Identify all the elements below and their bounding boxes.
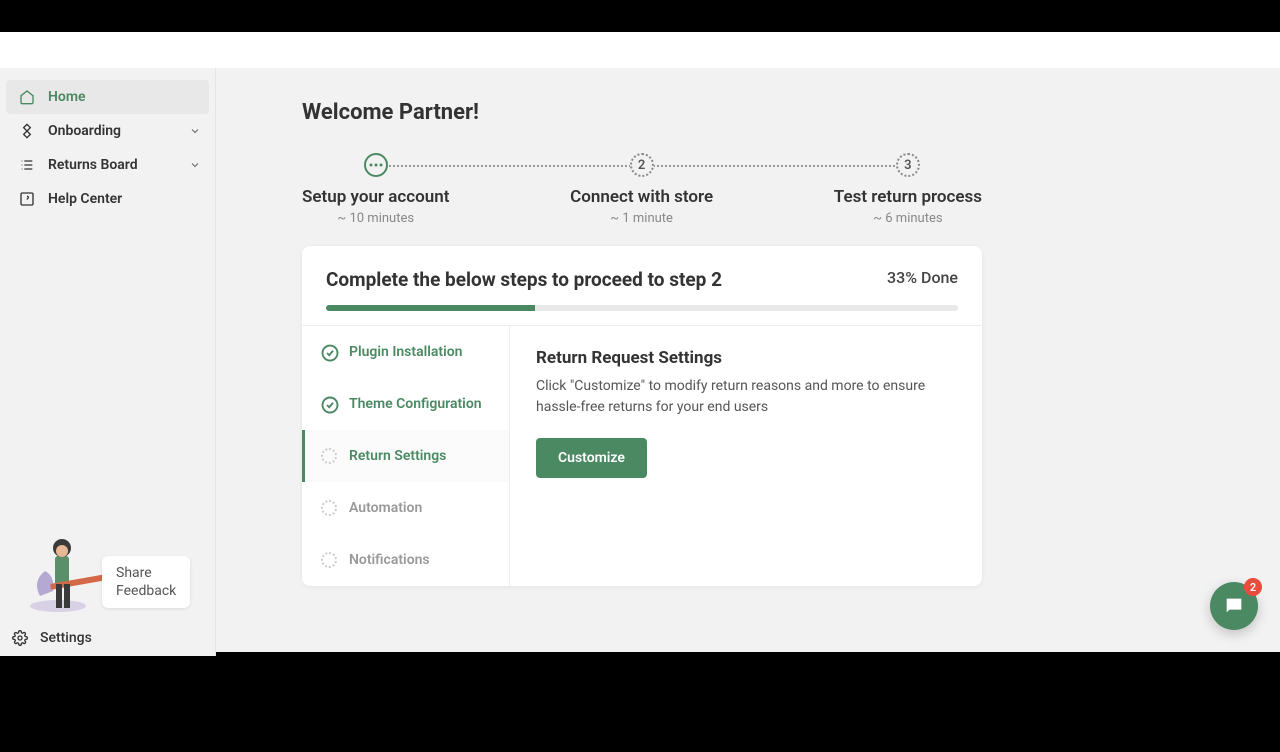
checklist-label: Plugin Installation (349, 344, 462, 360)
chat-badge: 2 (1244, 578, 1262, 596)
feedback-line2: Feedback (116, 582, 176, 600)
main-content: Welcome Partner! Setup your account ~ 10… (216, 68, 1280, 652)
step-label: Test return process (834, 187, 982, 207)
diamond-icon (18, 122, 36, 140)
todo-icon (321, 500, 337, 516)
chat-widget[interactable]: 2 (1210, 582, 1258, 630)
check-icon (321, 344, 337, 360)
step-label: Connect with store (570, 187, 713, 207)
sidebar-item-label: Onboarding (48, 123, 121, 139)
step-circle-1 (364, 153, 388, 177)
stepper-step-2: 2 Connect with store ~ 1 minute (570, 153, 713, 226)
sidebar-item-label: Returns Board (48, 157, 138, 173)
progress-label: 33% Done (887, 268, 958, 287)
checklist-item-theme-configuration[interactable]: Theme Configuration (302, 378, 509, 430)
detail-title: Return Request Settings (536, 348, 956, 368)
todo-icon (321, 448, 337, 464)
sidebar: Home Onboarding Returns Board (0, 68, 216, 656)
check-icon (321, 396, 337, 412)
feedback-illustration (20, 526, 110, 616)
sidebar-item-label: Help Center (48, 191, 122, 207)
home-icon (18, 88, 36, 106)
checklist-label: Notifications (349, 552, 430, 568)
card-header: Complete the below steps to proceed to s… (302, 246, 982, 325)
card-body: Plugin Installation Theme Configuration … (302, 325, 982, 586)
sidebar-item-help-center[interactable]: Help Center (6, 182, 209, 216)
sidebar-item-settings[interactable]: Settings (0, 620, 215, 656)
checklist: Plugin Installation Theme Configuration … (302, 326, 510, 586)
step-time: ~ 6 minutes (873, 211, 942, 226)
sidebar-item-returns-board[interactable]: Returns Board (6, 148, 209, 182)
checklist-label: Theme Configuration (349, 396, 482, 412)
settings-label: Settings (40, 630, 92, 646)
checklist-item-automation[interactable]: Automation (302, 482, 509, 534)
onboarding-stepper: Setup your account ~ 10 minutes 2 Connec… (302, 153, 982, 226)
help-icon (18, 190, 36, 208)
customize-button[interactable]: Customize (536, 438, 647, 478)
gear-icon (12, 630, 28, 646)
checklist-label: Automation (349, 500, 422, 516)
stepper-step-3: 3 Test return process ~ 6 minutes (834, 153, 982, 226)
detail-desc: Click "Customize" to modify return reaso… (536, 376, 956, 418)
checklist-item-return-settings[interactable]: Return Settings (302, 430, 509, 482)
feedback-line1: Share (116, 564, 176, 582)
step-circle-2: 2 (630, 153, 654, 177)
share-feedback-button[interactable]: Share Feedback (102, 556, 190, 608)
page-title: Welcome Partner! (302, 100, 1240, 125)
step-time: ~ 10 minutes (337, 211, 414, 226)
sidebar-item-onboarding[interactable]: Onboarding (6, 114, 209, 148)
progress-fill (326, 305, 535, 311)
list-icon (18, 156, 36, 174)
checklist-detail: Return Request Settings Click "Customize… (510, 326, 982, 586)
sidebar-item-label: Home (48, 89, 86, 105)
checklist-item-notifications[interactable]: Notifications (302, 534, 509, 586)
todo-icon (321, 552, 337, 568)
stepper-step-1: Setup your account ~ 10 minutes (302, 153, 449, 226)
topbar (0, 32, 1280, 68)
sidebar-item-home[interactable]: Home (6, 80, 209, 114)
step-circle-3: 3 (896, 153, 920, 177)
onboarding-card: Complete the below steps to proceed to s… (302, 246, 982, 586)
nav: Home Onboarding Returns Board (0, 68, 215, 216)
chevron-down-icon (189, 159, 201, 171)
checklist-item-plugin-installation[interactable]: Plugin Installation (302, 326, 509, 378)
step-time: ~ 1 minute (610, 211, 673, 226)
chevron-down-icon (189, 125, 201, 137)
checklist-label: Return Settings (349, 448, 446, 464)
card-title: Complete the below steps to proceed to s… (326, 268, 722, 291)
progress-bar (326, 305, 958, 311)
step-label: Setup your account (302, 187, 449, 207)
